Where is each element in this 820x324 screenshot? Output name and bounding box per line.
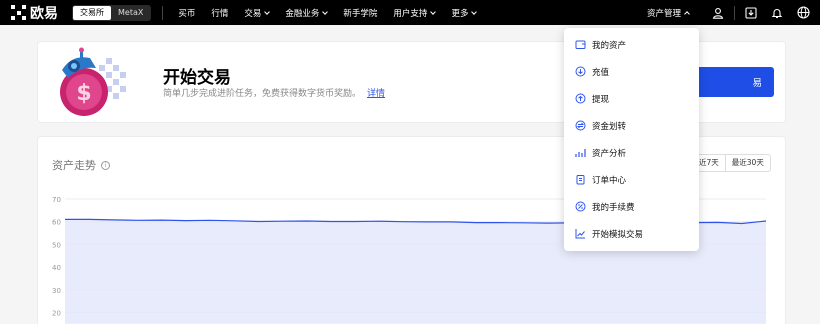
nav-item-label: 用户支持: [393, 8, 428, 19]
dropdown-item-label: 充值: [592, 67, 610, 78]
banner-subtitle-text: 简单几步完成进阶任务，免费获得数字货币奖励。: [163, 89, 362, 99]
y-tick-label: 40: [52, 264, 61, 272]
transfer-icon: [575, 120, 586, 131]
y-tick-label: 60: [52, 219, 61, 227]
dropdown-item-label: 开始模拟交易: [592, 229, 644, 240]
y-tick-label: 50: [52, 241, 61, 249]
logo[interactable]: 欧易: [11, 3, 58, 23]
platform-switch: 交易所 MetaX: [72, 4, 152, 21]
dropdown-item-demo-trading[interactable]: 开始模拟交易: [564, 220, 699, 247]
chevron-down-icon: [322, 8, 329, 15]
dropdown-item-label: 资金划转: [592, 121, 627, 132]
logo-text: 欧易: [30, 5, 58, 22]
chevron-up-icon: [684, 10, 690, 17]
nav-item-3[interactable]: 金融业务: [277, 7, 335, 19]
deposit-icon: [575, 66, 586, 77]
nav-item-label: 金融业务: [285, 8, 320, 19]
details-link[interactable]: 详情: [367, 89, 385, 99]
dropdown-item-label: 订单中心: [592, 175, 627, 186]
banner-title: 开始交易: [163, 68, 231, 88]
dropdown-item-fee[interactable]: 我的手续费: [564, 193, 699, 220]
nav-item-label: 新手学院: [343, 8, 378, 19]
nav-item-1[interactable]: 行情: [203, 7, 236, 19]
analysis-icon: [575, 147, 586, 158]
asset-management-menu[interactable]: 资产管理: [646, 7, 690, 19]
segment-metax[interactable]: MetaX: [111, 6, 150, 20]
order-icon: [575, 174, 586, 185]
banner-subtitle: 简单几步完成进阶任务，免费获得数字货币奖励。 详情: [163, 86, 385, 99]
nav-separator: [734, 5, 735, 20]
download-icon: [745, 6, 757, 19]
nav-item-label: 交易: [244, 8, 262, 19]
okx-logo-icon: [11, 5, 26, 20]
dropdown-item-label: 资产分析: [592, 148, 627, 159]
bell-icon: [771, 8, 783, 18]
chevron-down-icon: [264, 8, 271, 15]
nav-item-0[interactable]: 买币: [170, 7, 203, 19]
dropdown-item-label: 我的资产: [592, 40, 627, 51]
dropdown-item-wallet[interactable]: 我的资产: [564, 31, 699, 58]
nav-item-label: 行情: [211, 8, 229, 19]
main-menu: 买币 行情 交易 金融业务 新手学院 用户支持 更多: [170, 7, 484, 19]
dropdown-item-label: 提现: [592, 94, 610, 105]
nav-item-6[interactable]: 更多: [443, 7, 484, 19]
nav-item-label: 更多: [451, 8, 469, 19]
start-trading-button[interactable]: 易: [688, 67, 774, 97]
asset-management-dropdown: 我的资产充值提现资金划转资产分析订单中心我的手续费开始模拟交易: [564, 28, 699, 251]
chevron-down-icon: [430, 8, 437, 15]
dropdown-item-transfer[interactable]: 资金划转: [564, 112, 699, 139]
download-app-button[interactable]: [738, 0, 764, 25]
segment-exchange[interactable]: 交易所: [73, 5, 111, 20]
withdraw-icon: [575, 93, 586, 104]
svg-text:$: $: [76, 81, 91, 106]
demo-trading-icon: [575, 228, 586, 239]
asset-management-label: 资产管理: [646, 8, 681, 19]
y-tick-label: 30: [52, 287, 61, 295]
nav-divider: [162, 5, 164, 20]
language-button[interactable]: [790, 0, 816, 25]
dropdown-item-withdraw[interactable]: 提现: [564, 85, 699, 112]
dropdown-item-order[interactable]: 订单中心: [564, 166, 699, 193]
nav-item-4[interactable]: 新手学院: [335, 7, 385, 19]
y-tick-label: 20: [52, 310, 61, 318]
user-account-button[interactable]: [705, 0, 731, 25]
nav-item-label: 买币: [178, 8, 196, 19]
dropdown-item-deposit[interactable]: 充值: [564, 58, 699, 85]
top-navigation-bar: 欧易 交易所 MetaX 买币 行情 交易 金融业务 新手学院 用户支持 更多 资产管理: [0, 0, 820, 25]
dropdown-item-analysis[interactable]: 资产分析: [564, 139, 699, 166]
globe-icon: [796, 6, 810, 19]
nav-item-5[interactable]: 用户支持: [385, 7, 443, 19]
nav-item-2[interactable]: 交易: [236, 7, 277, 19]
y-tick-label: 70: [52, 196, 61, 204]
chevron-down-icon: [471, 8, 478, 15]
coin-robot-illustration: $: [60, 47, 126, 116]
dropdown-item-label: 我的手续费: [592, 202, 635, 213]
notifications-button[interactable]: [764, 0, 790, 25]
fee-icon: [575, 201, 586, 212]
nav-right-group: 资产管理: [647, 0, 820, 25]
user-icon: [712, 7, 724, 19]
wallet-icon: [575, 39, 586, 50]
